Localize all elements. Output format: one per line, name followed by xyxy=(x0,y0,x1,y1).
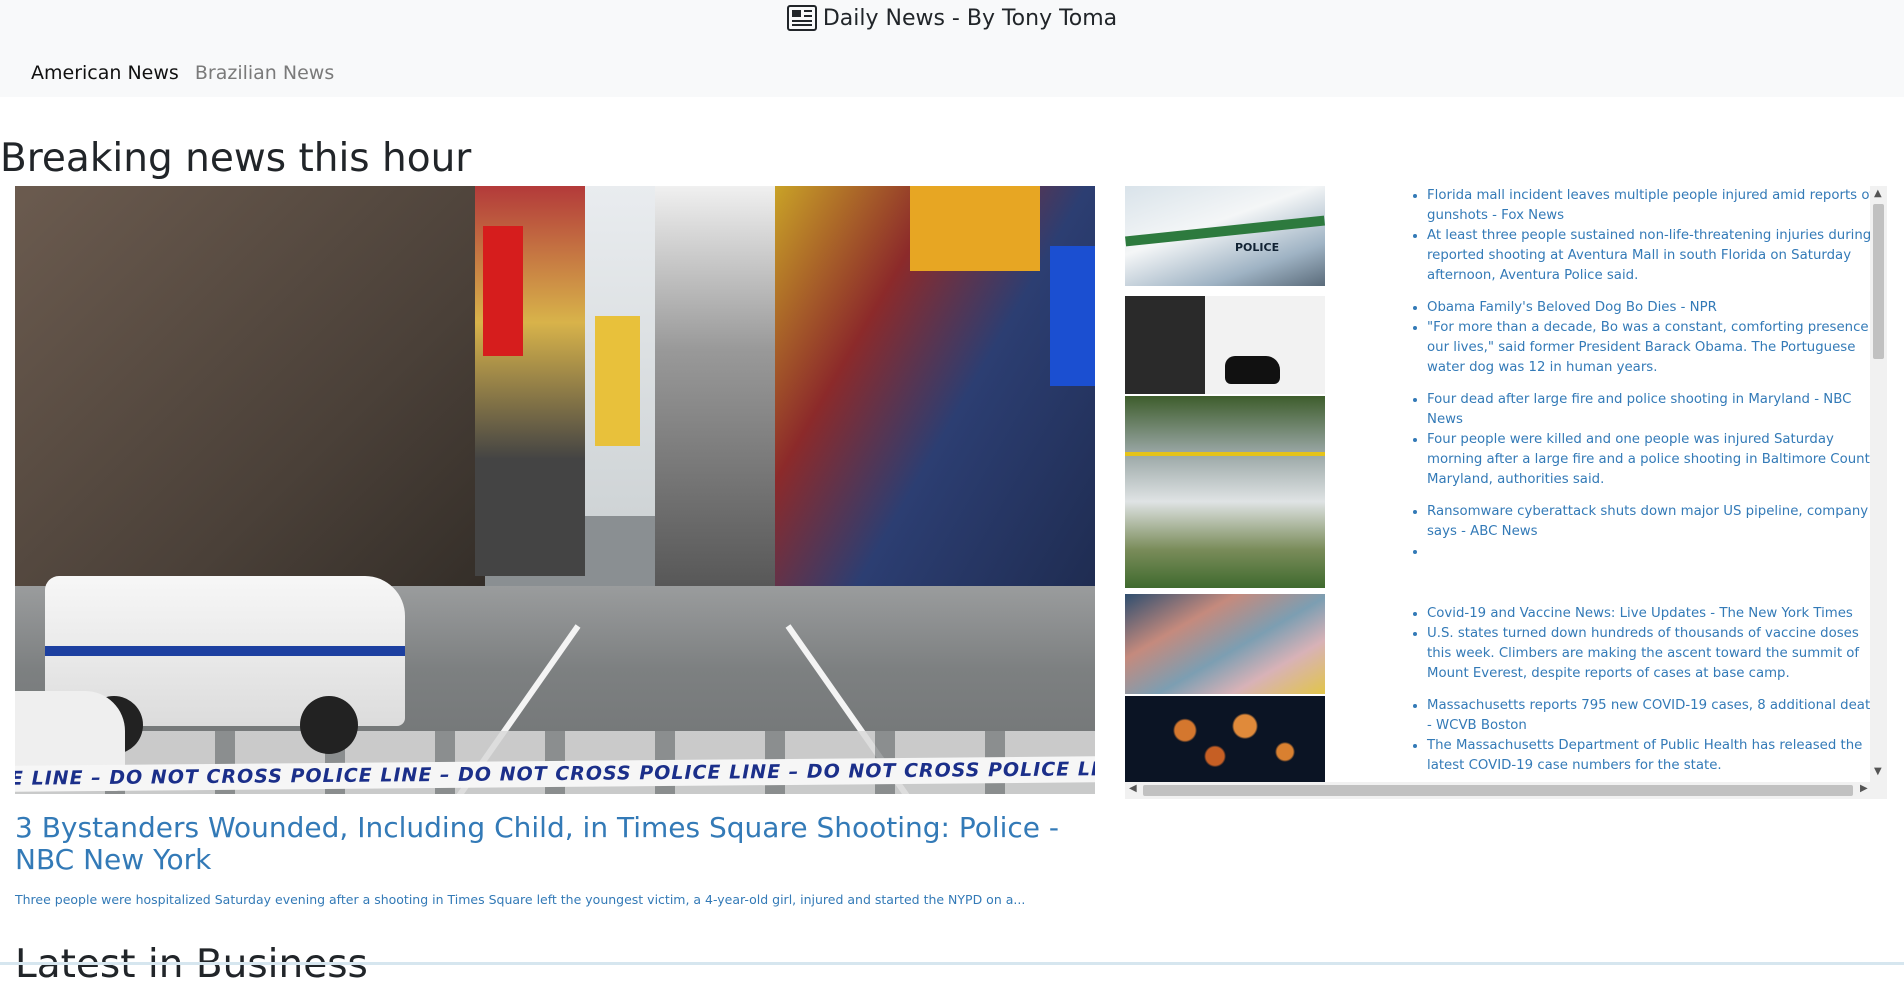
news-description: Four people were killed and one people w… xyxy=(1427,430,1887,490)
news-description: "For more than a decade, Bo was a consta… xyxy=(1427,318,1887,378)
side-news-panel: Florida mall incident leaves multiple pe… xyxy=(1125,186,1887,798)
scroll-down-icon[interactable]: ▼ xyxy=(1874,766,1882,777)
section-title-breaking: Breaking news this hour xyxy=(0,136,472,181)
nav-links: American News Brazilian News xyxy=(31,60,344,86)
scroll-left-icon[interactable]: ◀ xyxy=(1129,783,1137,794)
hero-van-wheel xyxy=(300,696,358,754)
news-title-link[interactable]: Four dead after large fire and police sh… xyxy=(1427,390,1887,430)
list-item: Covid-19 and Vaccine News: Live Updates … xyxy=(1427,604,1887,684)
hero-image[interactable]: CE LINE – DO NOT CROSS POLICE LINE – DO … xyxy=(15,186,1095,794)
news-description: At least three people sustained non-life… xyxy=(1427,226,1887,286)
list-item: Obama Family's Beloved Dog Bo Dies - NPR… xyxy=(1427,298,1887,378)
news-description: The Massachusetts Department of Public H… xyxy=(1427,736,1887,776)
brand-title: Daily News - By Tony Toma xyxy=(822,6,1118,31)
vertical-scroll-thumb[interactable] xyxy=(1873,204,1884,359)
nav-item-american-news[interactable]: American News xyxy=(31,62,179,84)
hero-description: Three people were hospitalized Saturday … xyxy=(15,892,1026,907)
brand[interactable]: Daily News - By Tony Toma xyxy=(0,4,1904,40)
scroll-up-icon[interactable]: ▲ xyxy=(1874,188,1882,199)
news-title-link[interactable]: Florida mall incident leaves multiple pe… xyxy=(1427,186,1887,226)
list-item: Massachusetts reports 795 new COVID-19 c… xyxy=(1427,696,1887,776)
news-title-link[interactable]: Covid-19 and Vaccine News: Live Updates … xyxy=(1427,604,1887,624)
list-item: Ransomware cyberattack shuts down major … xyxy=(1427,502,1887,562)
nav-item-brazilian-news[interactable]: Brazilian News xyxy=(195,62,334,84)
hero-van-stripe xyxy=(45,646,405,656)
list-item: Four dead after large fire and police sh… xyxy=(1427,390,1887,490)
side-news-list: Florida mall incident leaves multiple pe… xyxy=(1405,186,1887,788)
hero-headline-link[interactable]: 3 Bystanders Wounded, Including Child, i… xyxy=(15,812,1095,876)
section-title-business: Latest in Business xyxy=(15,942,368,987)
scroll-right-icon[interactable]: ▶ xyxy=(1860,783,1868,794)
news-title-link[interactable]: Massachusetts reports 795 new COVID-19 c… xyxy=(1427,696,1887,736)
news-title-link[interactable]: Ransomware cyberattack shuts down major … xyxy=(1427,502,1887,542)
news-title-link[interactable]: Obama Family's Beloved Dog Bo Dies - NPR xyxy=(1427,298,1887,318)
hero-billboard xyxy=(910,186,1040,271)
hero-building xyxy=(655,186,785,596)
vertical-scrollbar[interactable]: ▲ ▼ xyxy=(1870,186,1887,782)
hero-billboard xyxy=(595,316,640,446)
hero-billboard xyxy=(1050,246,1095,386)
top-navbar: Daily News - By Tony Toma American News … xyxy=(0,0,1904,97)
newspaper-icon xyxy=(786,5,817,40)
news-description: U.S. states turned down hundreds of thou… xyxy=(1427,624,1887,684)
list-item: Florida mall incident leaves multiple pe… xyxy=(1427,186,1887,286)
horizontal-scroll-thumb[interactable] xyxy=(1143,785,1853,796)
hero-billboard xyxy=(483,226,523,356)
horizontal-scrollbar[interactable]: ◀ ▶ xyxy=(1125,782,1887,799)
news-description xyxy=(1427,542,1887,562)
